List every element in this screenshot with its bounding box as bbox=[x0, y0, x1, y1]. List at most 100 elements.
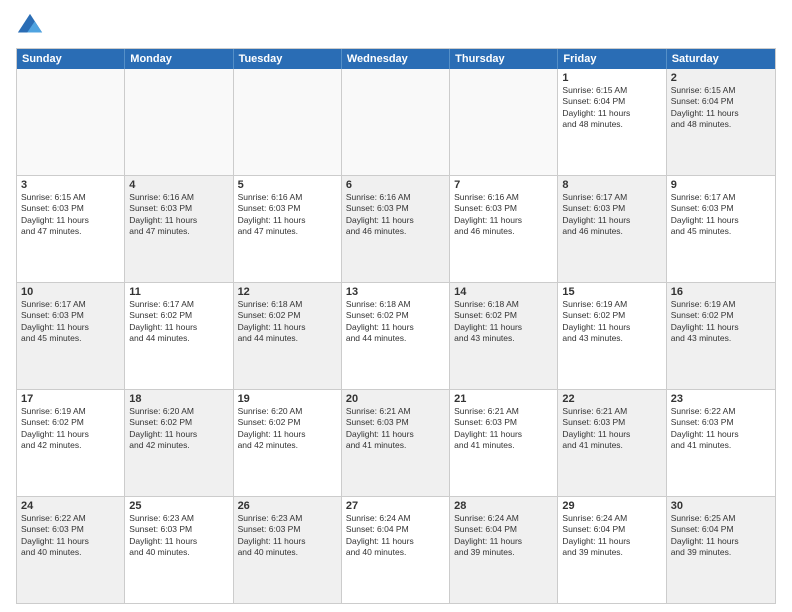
calendar-cell: 3Sunrise: 6:15 AM Sunset: 6:03 PM Daylig… bbox=[17, 176, 125, 282]
calendar-body: 1Sunrise: 6:15 AM Sunset: 6:04 PM Daylig… bbox=[17, 69, 775, 603]
calendar-cell bbox=[17, 69, 125, 175]
calendar-header-cell: Monday bbox=[125, 49, 233, 69]
calendar-cell: 14Sunrise: 6:18 AM Sunset: 6:02 PM Dayli… bbox=[450, 283, 558, 389]
calendar-cell: 24Sunrise: 6:22 AM Sunset: 6:03 PM Dayli… bbox=[17, 497, 125, 603]
day-number: 16 bbox=[671, 286, 771, 298]
calendar-cell: 2Sunrise: 6:15 AM Sunset: 6:04 PM Daylig… bbox=[667, 69, 775, 175]
day-info: Sunrise: 6:17 AM Sunset: 6:02 PM Dayligh… bbox=[129, 299, 228, 345]
calendar-cell: 26Sunrise: 6:23 AM Sunset: 6:03 PM Dayli… bbox=[234, 497, 342, 603]
day-info: Sunrise: 6:22 AM Sunset: 6:03 PM Dayligh… bbox=[21, 513, 120, 559]
day-info: Sunrise: 6:24 AM Sunset: 6:04 PM Dayligh… bbox=[346, 513, 445, 559]
calendar-header-cell: Wednesday bbox=[342, 49, 450, 69]
calendar-header-cell: Saturday bbox=[667, 49, 775, 69]
day-number: 24 bbox=[21, 500, 120, 512]
calendar-cell: 18Sunrise: 6:20 AM Sunset: 6:02 PM Dayli… bbox=[125, 390, 233, 496]
calendar-cell: 9Sunrise: 6:17 AM Sunset: 6:03 PM Daylig… bbox=[667, 176, 775, 282]
calendar-cell: 4Sunrise: 6:16 AM Sunset: 6:03 PM Daylig… bbox=[125, 176, 233, 282]
day-number: 12 bbox=[238, 286, 337, 298]
day-info: Sunrise: 6:16 AM Sunset: 6:03 PM Dayligh… bbox=[346, 192, 445, 238]
calendar-cell bbox=[234, 69, 342, 175]
day-info: Sunrise: 6:21 AM Sunset: 6:03 PM Dayligh… bbox=[454, 406, 553, 452]
day-number: 8 bbox=[562, 179, 661, 191]
day-number: 27 bbox=[346, 500, 445, 512]
day-number: 17 bbox=[21, 393, 120, 405]
day-number: 23 bbox=[671, 393, 771, 405]
day-info: Sunrise: 6:18 AM Sunset: 6:02 PM Dayligh… bbox=[454, 299, 553, 345]
day-info: Sunrise: 6:17 AM Sunset: 6:03 PM Dayligh… bbox=[21, 299, 120, 345]
calendar-cell: 1Sunrise: 6:15 AM Sunset: 6:04 PM Daylig… bbox=[558, 69, 666, 175]
day-info: Sunrise: 6:19 AM Sunset: 6:02 PM Dayligh… bbox=[671, 299, 771, 345]
calendar-cell: 5Sunrise: 6:16 AM Sunset: 6:03 PM Daylig… bbox=[234, 176, 342, 282]
calendar-cell: 13Sunrise: 6:18 AM Sunset: 6:02 PM Dayli… bbox=[342, 283, 450, 389]
day-info: Sunrise: 6:16 AM Sunset: 6:03 PM Dayligh… bbox=[129, 192, 228, 238]
calendar-cell: 22Sunrise: 6:21 AM Sunset: 6:03 PM Dayli… bbox=[558, 390, 666, 496]
calendar-cell: 28Sunrise: 6:24 AM Sunset: 6:04 PM Dayli… bbox=[450, 497, 558, 603]
day-number: 20 bbox=[346, 393, 445, 405]
day-number: 15 bbox=[562, 286, 661, 298]
day-info: Sunrise: 6:15 AM Sunset: 6:03 PM Dayligh… bbox=[21, 192, 120, 238]
day-info: Sunrise: 6:18 AM Sunset: 6:02 PM Dayligh… bbox=[346, 299, 445, 345]
calendar-cell: 15Sunrise: 6:19 AM Sunset: 6:02 PM Dayli… bbox=[558, 283, 666, 389]
day-number: 13 bbox=[346, 286, 445, 298]
calendar-header-cell: Tuesday bbox=[234, 49, 342, 69]
calendar-cell: 17Sunrise: 6:19 AM Sunset: 6:02 PM Dayli… bbox=[17, 390, 125, 496]
calendar-cell: 25Sunrise: 6:23 AM Sunset: 6:03 PM Dayli… bbox=[125, 497, 233, 603]
calendar-header-cell: Friday bbox=[558, 49, 666, 69]
calendar-row: 24Sunrise: 6:22 AM Sunset: 6:03 PM Dayli… bbox=[17, 496, 775, 603]
calendar-cell: 19Sunrise: 6:20 AM Sunset: 6:02 PM Dayli… bbox=[234, 390, 342, 496]
day-number: 21 bbox=[454, 393, 553, 405]
day-number: 26 bbox=[238, 500, 337, 512]
calendar-cell: 8Sunrise: 6:17 AM Sunset: 6:03 PM Daylig… bbox=[558, 176, 666, 282]
calendar-header-cell: Sunday bbox=[17, 49, 125, 69]
day-number: 4 bbox=[129, 179, 228, 191]
logo-icon bbox=[16, 12, 44, 40]
day-number: 9 bbox=[671, 179, 771, 191]
day-number: 29 bbox=[562, 500, 661, 512]
day-number: 3 bbox=[21, 179, 120, 191]
calendar-header-row: SundayMondayTuesdayWednesdayThursdayFrid… bbox=[17, 49, 775, 69]
day-number: 1 bbox=[562, 72, 661, 84]
day-info: Sunrise: 6:21 AM Sunset: 6:03 PM Dayligh… bbox=[346, 406, 445, 452]
day-info: Sunrise: 6:18 AM Sunset: 6:02 PM Dayligh… bbox=[238, 299, 337, 345]
day-info: Sunrise: 6:15 AM Sunset: 6:04 PM Dayligh… bbox=[562, 85, 661, 131]
day-info: Sunrise: 6:16 AM Sunset: 6:03 PM Dayligh… bbox=[454, 192, 553, 238]
day-number: 10 bbox=[21, 286, 120, 298]
day-info: Sunrise: 6:23 AM Sunset: 6:03 PM Dayligh… bbox=[238, 513, 337, 559]
day-number: 11 bbox=[129, 286, 228, 298]
day-info: Sunrise: 6:24 AM Sunset: 6:04 PM Dayligh… bbox=[562, 513, 661, 559]
day-number: 2 bbox=[671, 72, 771, 84]
calendar-cell: 20Sunrise: 6:21 AM Sunset: 6:03 PM Dayli… bbox=[342, 390, 450, 496]
calendar-cell: 29Sunrise: 6:24 AM Sunset: 6:04 PM Dayli… bbox=[558, 497, 666, 603]
header bbox=[16, 12, 776, 40]
calendar-cell: 16Sunrise: 6:19 AM Sunset: 6:02 PM Dayli… bbox=[667, 283, 775, 389]
day-info: Sunrise: 6:25 AM Sunset: 6:04 PM Dayligh… bbox=[671, 513, 771, 559]
calendar-cell: 30Sunrise: 6:25 AM Sunset: 6:04 PM Dayli… bbox=[667, 497, 775, 603]
calendar-cell: 27Sunrise: 6:24 AM Sunset: 6:04 PM Dayli… bbox=[342, 497, 450, 603]
calendar-cell bbox=[450, 69, 558, 175]
day-number: 22 bbox=[562, 393, 661, 405]
calendar-cell: 6Sunrise: 6:16 AM Sunset: 6:03 PM Daylig… bbox=[342, 176, 450, 282]
calendar-row: 17Sunrise: 6:19 AM Sunset: 6:02 PM Dayli… bbox=[17, 389, 775, 496]
day-number: 25 bbox=[129, 500, 228, 512]
day-info: Sunrise: 6:16 AM Sunset: 6:03 PM Dayligh… bbox=[238, 192, 337, 238]
day-info: Sunrise: 6:20 AM Sunset: 6:02 PM Dayligh… bbox=[129, 406, 228, 452]
day-number: 18 bbox=[129, 393, 228, 405]
calendar: SundayMondayTuesdayWednesdayThursdayFrid… bbox=[16, 48, 776, 604]
page: SundayMondayTuesdayWednesdayThursdayFrid… bbox=[0, 0, 792, 612]
calendar-cell: 10Sunrise: 6:17 AM Sunset: 6:03 PM Dayli… bbox=[17, 283, 125, 389]
day-number: 6 bbox=[346, 179, 445, 191]
day-info: Sunrise: 6:15 AM Sunset: 6:04 PM Dayligh… bbox=[671, 85, 771, 131]
calendar-cell bbox=[342, 69, 450, 175]
calendar-cell: 7Sunrise: 6:16 AM Sunset: 6:03 PM Daylig… bbox=[450, 176, 558, 282]
calendar-cell: 23Sunrise: 6:22 AM Sunset: 6:03 PM Dayli… bbox=[667, 390, 775, 496]
day-number: 30 bbox=[671, 500, 771, 512]
day-info: Sunrise: 6:20 AM Sunset: 6:02 PM Dayligh… bbox=[238, 406, 337, 452]
day-number: 14 bbox=[454, 286, 553, 298]
day-info: Sunrise: 6:21 AM Sunset: 6:03 PM Dayligh… bbox=[562, 406, 661, 452]
calendar-row: 3Sunrise: 6:15 AM Sunset: 6:03 PM Daylig… bbox=[17, 175, 775, 282]
calendar-row: 1Sunrise: 6:15 AM Sunset: 6:04 PM Daylig… bbox=[17, 69, 775, 175]
calendar-cell: 12Sunrise: 6:18 AM Sunset: 6:02 PM Dayli… bbox=[234, 283, 342, 389]
day-info: Sunrise: 6:17 AM Sunset: 6:03 PM Dayligh… bbox=[671, 192, 771, 238]
calendar-cell bbox=[125, 69, 233, 175]
day-info: Sunrise: 6:19 AM Sunset: 6:02 PM Dayligh… bbox=[21, 406, 120, 452]
